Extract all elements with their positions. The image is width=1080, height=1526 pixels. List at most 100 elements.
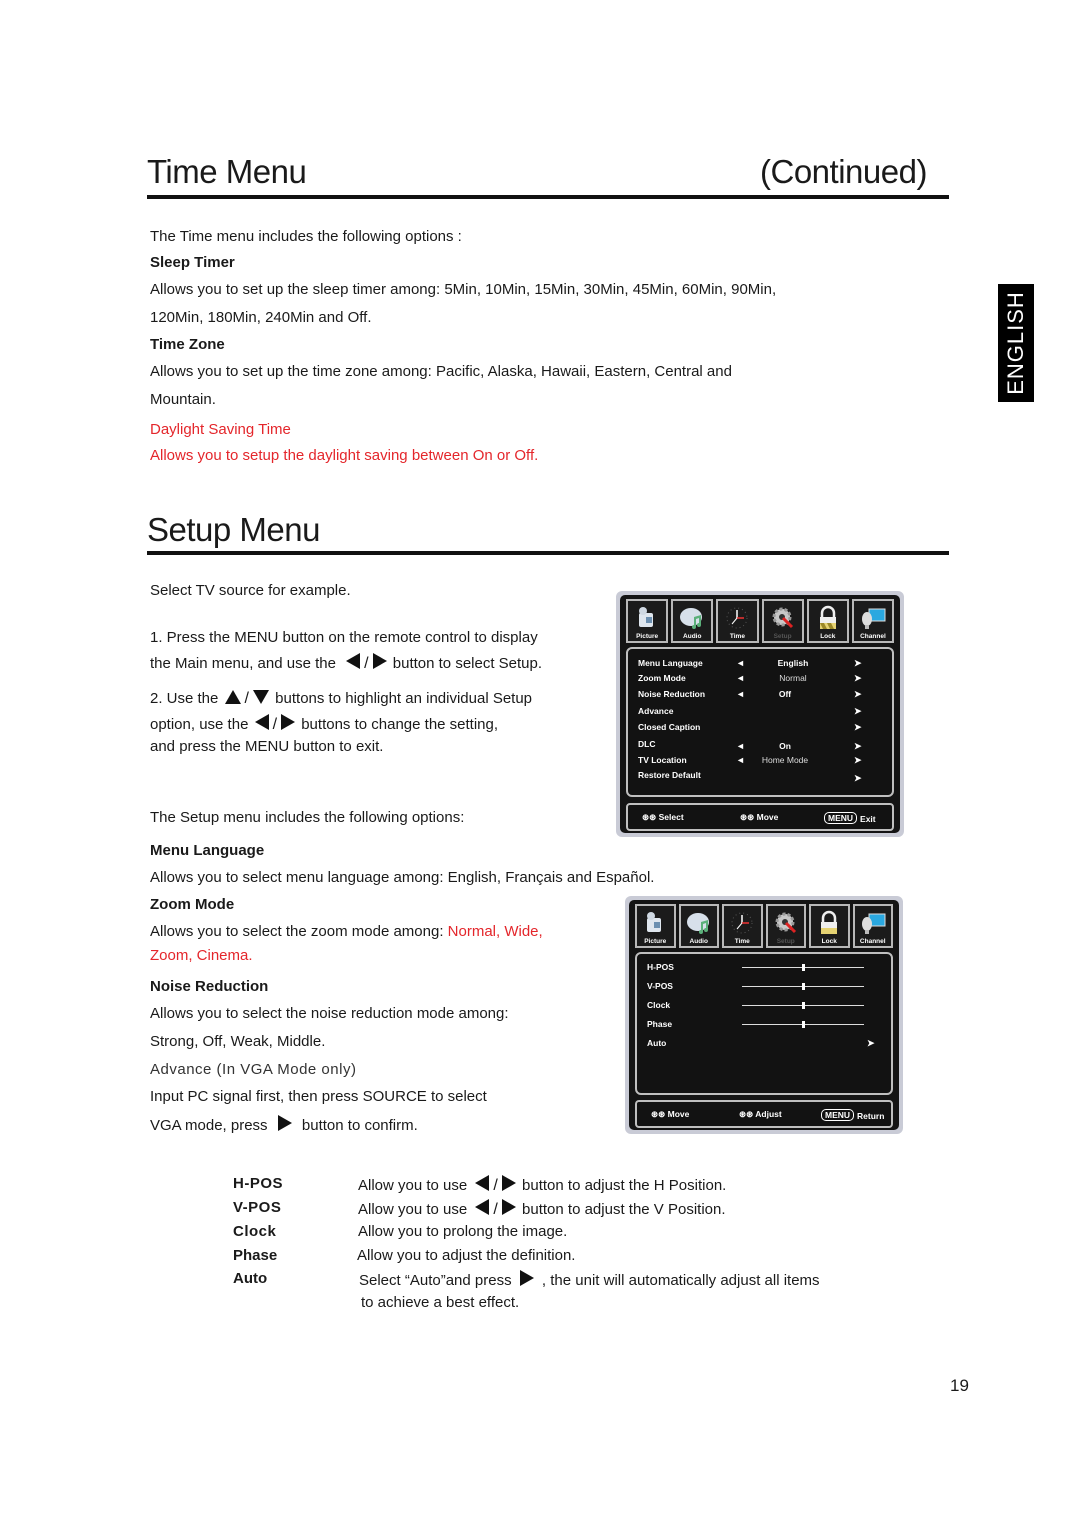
osd-row-vpos[interactable]: V-POS [647,981,881,995]
gear-wrench-icon [772,607,793,629]
vga-key: Auto [233,1270,268,1287]
osd-tab-label: Picture [636,633,659,640]
osd-row-auto[interactable]: Auto ➤ [647,1038,881,1052]
sleep-timer-text-1: Allows you to set up the sleep timer amo… [150,281,777,298]
osd-tab-time[interactable]: Time [716,599,759,643]
osd-tab-label: Picture [644,938,667,945]
osd-row-dlc[interactable]: DLC ◄ On ➤ [638,739,882,753]
language-side-tab-label: ENGLISH [1003,291,1028,395]
music-disc-icon [686,913,709,934]
osd-footer-select: ⊛⊛ Select [642,812,684,822]
osd-left-arrow-icon[interactable]: ◄ [736,658,745,668]
osd-left-arrow-icon[interactable]: ◄ [736,689,745,699]
osd-tab-channel[interactable]: Channel [852,904,893,948]
osd-tab-bar: Picture Audio Time Setup Lock Channel [626,599,895,643]
setup-menu-title: Setup Menu [147,511,320,548]
sleep-timer-heading: Sleep Timer [150,254,235,271]
clock-icon [731,912,753,934]
osd-right-arrow-icon[interactable]: ➤ [854,722,862,733]
osd-right-arrow-icon[interactable]: ➤ [854,689,862,700]
osd-right-arrow-icon[interactable]: ➤ [854,658,862,669]
osd-row-menu-language[interactable]: Menu Language ◄ English ➤ [638,658,882,672]
osd-tab-label: Audio [683,633,702,640]
osd-right-arrow-icon[interactable]: ➤ [854,706,862,717]
time-menu-title: Time Menu [147,153,307,190]
osd-left-arrow-icon[interactable]: ◄ [736,741,745,751]
vpos-slider[interactable] [742,983,864,990]
osd-tab-setup[interactable]: Setup [765,904,806,948]
osd-tab-audio[interactable]: Audio [678,904,719,948]
footer-move-label: Move [667,1109,690,1119]
osd-tab-audio[interactable]: Audio [671,599,714,643]
osd-row-value: Home Mode [761,755,809,765]
camera-icon [639,607,654,627]
osd-right-arrow-icon[interactable]: ➤ [854,673,862,684]
vga-desc-pre: Allow you to use [358,1177,468,1194]
phase-slider[interactable] [742,1021,864,1028]
osd-row-label: Menu Language [638,658,703,668]
right-arrow-icon [281,714,296,730]
daylight-saving-text: Allows you to setup the daylight saving … [150,447,539,464]
osd-row-label: Advance [638,706,674,716]
slider-knob[interactable] [802,983,805,990]
osd-tab-lock[interactable]: Lock [806,599,849,643]
osd-right-arrow-icon[interactable]: ➤ [854,773,862,784]
left-arrow-icon [475,1175,490,1191]
step2-pre: 2. Use the [150,690,219,707]
right-arrow-icon [372,653,387,669]
osd-setup-panel: Menu Language ◄ English ➤ Zoom Mode ◄ No… [626,647,894,797]
osd-row-advance[interactable]: Advance ➤ [638,706,882,720]
footer-adjust-label: Adjust [755,1109,782,1119]
osd-row-hpos[interactable]: H-POS [647,962,881,976]
noise-reduction-heading: Noise Reduction [150,978,269,995]
advance-heading: Advance (In VGA Mode only) [150,1061,357,1078]
osd-left-arrow-icon[interactable]: ◄ [736,673,745,683]
hpos-slider[interactable] [742,964,864,971]
slider-knob[interactable] [802,1021,805,1028]
setup-title-rule [147,551,949,555]
advance-pre: VGA mode, press [150,1117,268,1134]
osd-row-value: Normal [779,673,807,683]
continued-label: (Continued) [760,153,927,190]
osd-tab-lock[interactable]: Lock [809,904,850,948]
vga-key: Clock [233,1223,277,1240]
osd-right-arrow-icon[interactable]: ➤ [854,755,862,766]
osd-row-label: Zoom Mode [638,673,686,683]
vga-desc-pre: Allow you to use [358,1201,468,1218]
vga-desc: to achieve a best effect. [361,1294,520,1311]
osd-row-phase[interactable]: Phase [647,1019,881,1033]
slider-knob[interactable] [802,964,805,971]
vga-desc: Select “Auto”and press , the unit will a… [359,1270,820,1290]
osd-row-label: H-POS [647,962,674,972]
osd-row-zoom-mode[interactable]: Zoom Mode ◄ Normal ➤ [638,673,882,687]
vga-desc-post: button to adjust the H Position. [522,1177,727,1194]
osd-tab-channel[interactable]: Channel [851,599,895,643]
time-intro: The Time menu includes the following opt… [150,228,462,245]
osd-tab-time[interactable]: Time [722,904,763,948]
step1-line2: the Main menu, and use the / button to s… [150,653,542,673]
osd-right-arrow-icon[interactable]: ➤ [854,741,862,752]
osd-tab-picture[interactable]: Picture [626,599,669,643]
osd-left-arrow-icon[interactable]: ◄ [736,755,745,765]
osd-row-closed-caption[interactable]: Closed Caption ➤ [638,722,882,736]
osd-tab-picture[interactable]: Picture [635,904,676,948]
clock-slider[interactable] [742,1002,864,1009]
zoom-mode-heading: Zoom Mode [150,896,235,913]
osd-tab-setup[interactable]: Setup [761,599,804,643]
osd-row-restore-default[interactable]: Restore Default ➤ [638,770,882,784]
osd-row-noise-reduction[interactable]: Noise Reduction ◄ Off ➤ [638,689,882,703]
setup-osd-screenshot: Picture Audio Time Setup Lock Channel Me… [616,591,904,837]
tv-dish-icon [861,913,886,934]
noise-reduction-text-2: Strong, Off, Weak, Middle. [150,1033,326,1050]
right-arrow-icon [277,1115,292,1131]
vga-osd-screenshot: Picture Audio Time Setup Lock Channel H-… [625,896,903,1134]
slash: / [272,716,278,733]
osd-row-value: Off [778,689,792,699]
music-disc-icon [680,608,703,629]
slider-knob[interactable] [802,1002,805,1009]
osd-right-arrow-icon[interactable]: ➤ [867,1038,875,1049]
down-arrow-icon [253,690,269,704]
osd-row-tv-location[interactable]: TV Location ◄ Home Mode ➤ [638,755,882,769]
osd-row-clock[interactable]: Clock [647,1000,881,1014]
osd-row-label: Phase [647,1019,673,1029]
